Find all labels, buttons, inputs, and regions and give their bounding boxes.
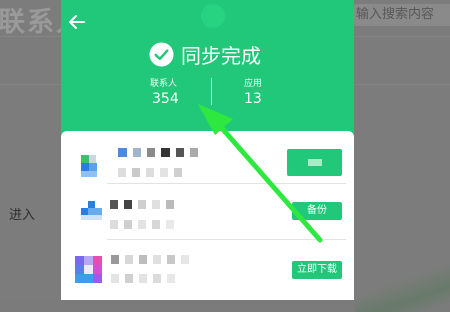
blurred-app-detail bbox=[110, 220, 180, 229]
blurred-app-icon bbox=[81, 155, 97, 177]
check-circle-icon bbox=[149, 41, 174, 67]
blurred-app-icon bbox=[81, 201, 102, 220]
apps-count: 13 bbox=[244, 91, 262, 107]
background-accent-shape bbox=[355, 262, 450, 312]
contacts-count: 354 bbox=[152, 91, 179, 107]
back-arrow-icon[interactable] bbox=[66, 11, 88, 33]
blurred-app-name bbox=[118, 148, 204, 157]
sync-complete-modal: 同步完成 联系人 354 应用 13 备份 立即下载 bbox=[61, 0, 354, 300]
blurred-app-name bbox=[111, 255, 195, 264]
stats-divider bbox=[211, 78, 212, 105]
background-enter-label: 进入 bbox=[9, 208, 36, 223]
sync-title: 同步完成 bbox=[181, 43, 261, 68]
download-now-button[interactable]: 立即下载 bbox=[292, 261, 342, 279]
blurred-app-detail bbox=[118, 168, 188, 177]
list-item[interactable]: 备份 bbox=[61, 184, 354, 239]
backup-button[interactable]: 备份 bbox=[292, 202, 342, 220]
app-action-button[interactable] bbox=[287, 149, 342, 176]
sync-status: 同步完成 bbox=[149, 39, 261, 69]
blurred-app-detail bbox=[111, 274, 181, 283]
header-decoration bbox=[201, 4, 225, 28]
background-search-input: 输入搜索内容 bbox=[352, 4, 450, 26]
modal-header: 同步完成 联系人 354 应用 13 bbox=[61, 0, 354, 147]
contacts-label: 联系人 bbox=[150, 79, 178, 89]
list-item[interactable]: 立即下载 bbox=[61, 240, 354, 300]
apps-label: 应用 bbox=[244, 79, 263, 89]
app-list-card: 备份 立即下载 bbox=[61, 131, 354, 300]
list-item[interactable] bbox=[61, 131, 354, 183]
blurred-app-name bbox=[110, 200, 180, 209]
blurred-app-icon bbox=[75, 256, 102, 283]
